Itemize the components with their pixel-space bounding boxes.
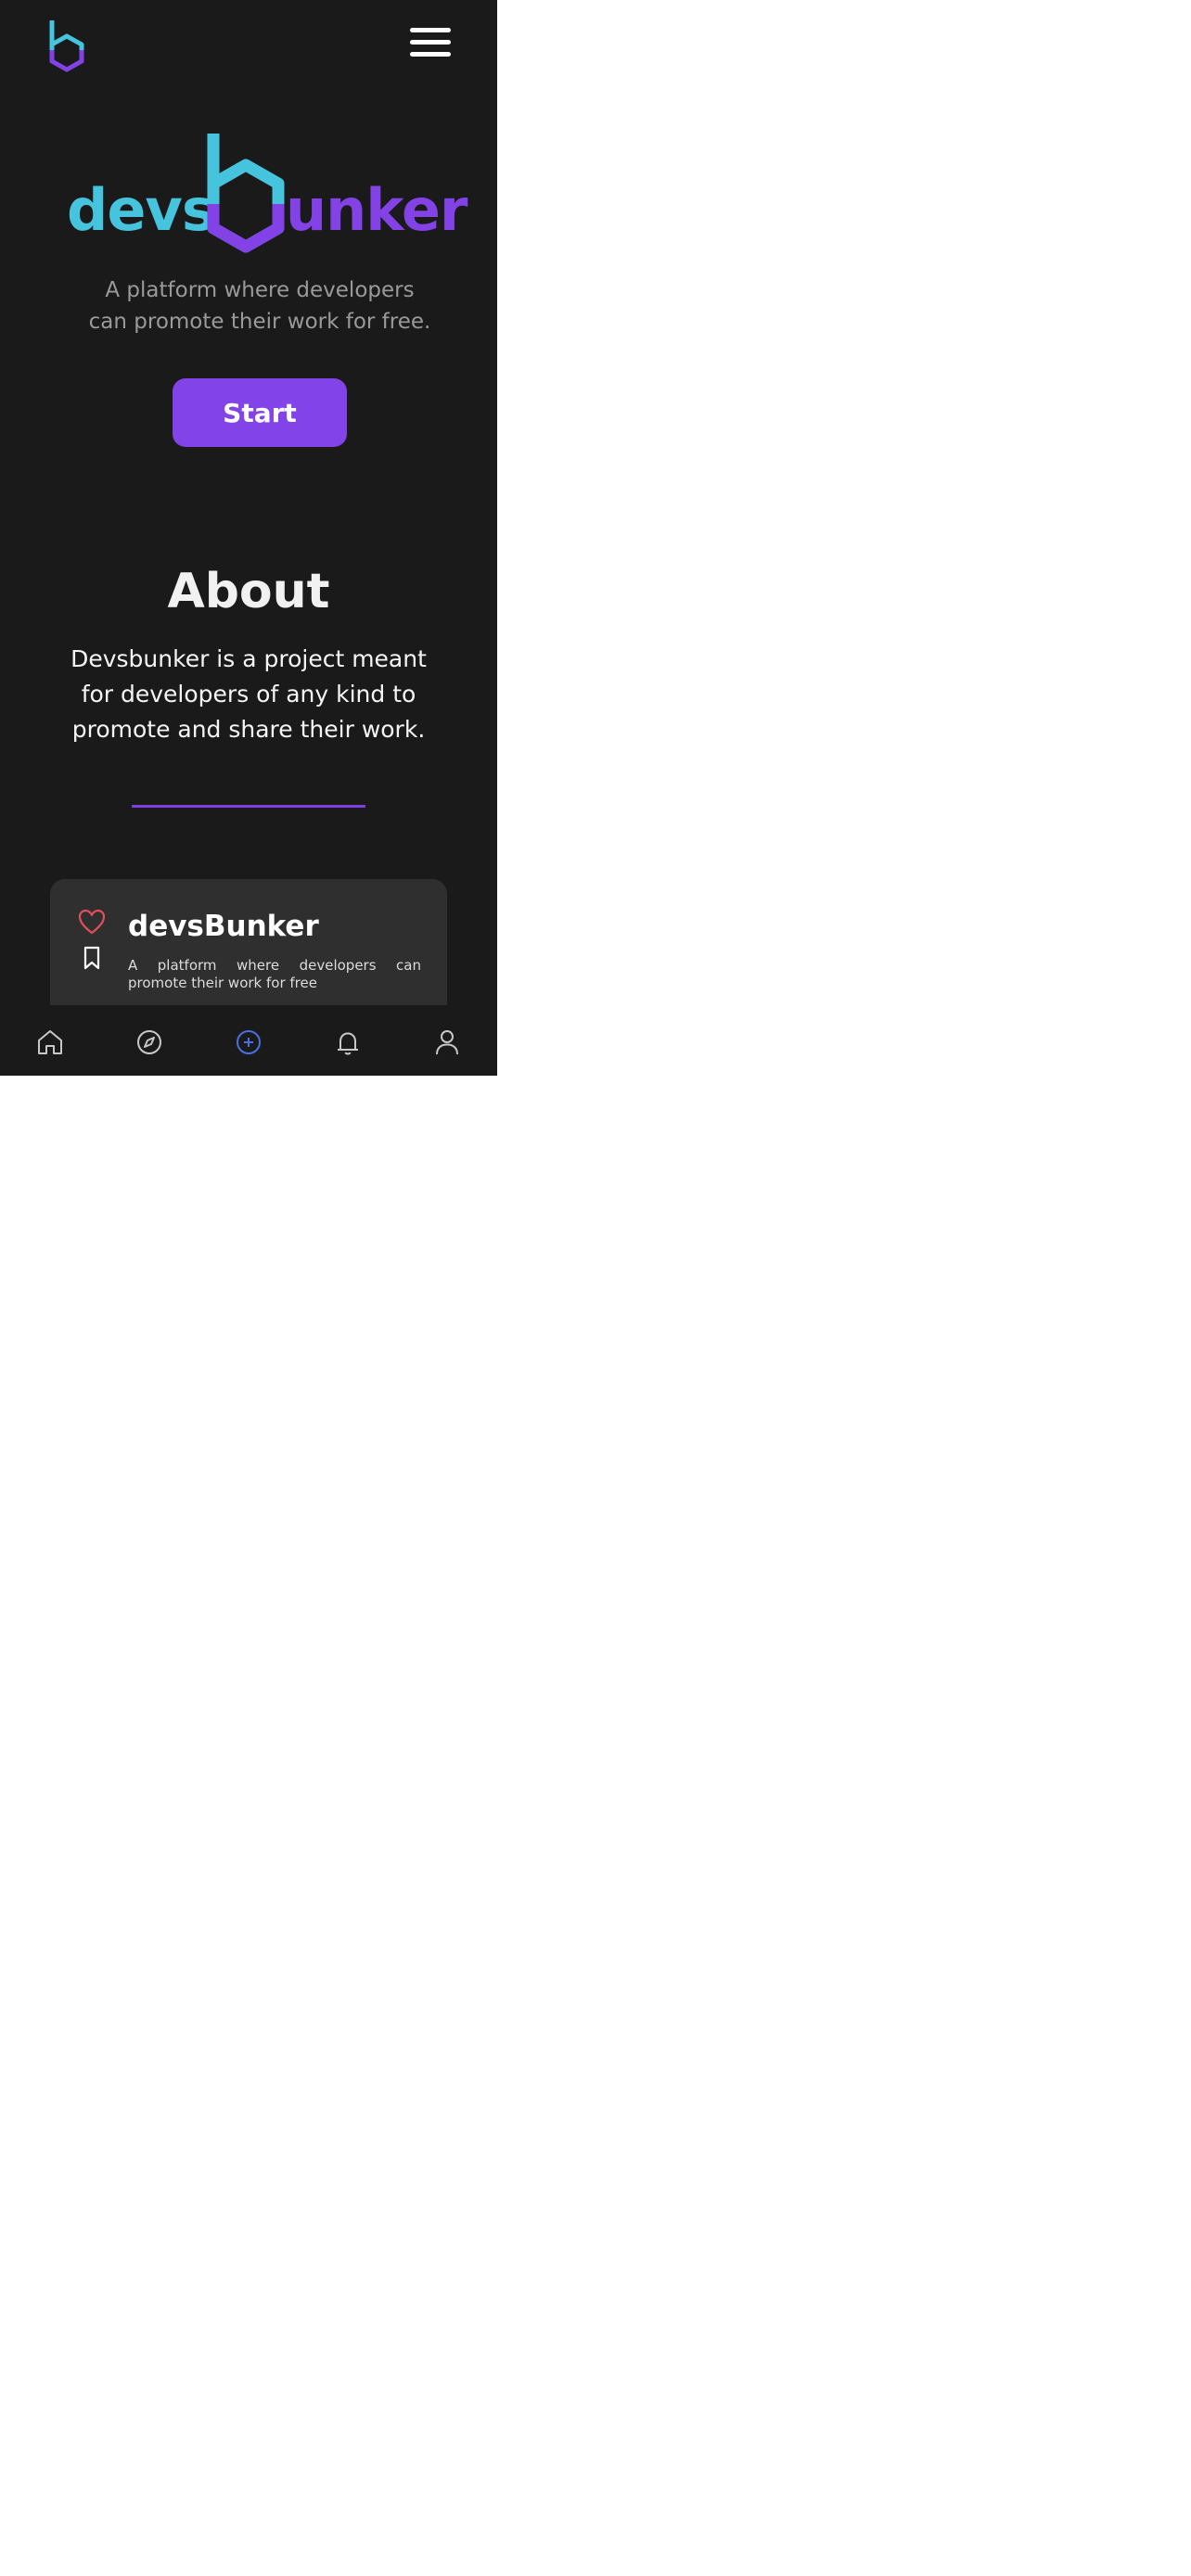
section-divider	[132, 805, 365, 808]
add-icon[interactable]	[230, 1024, 267, 1061]
hero-tagline: A platform where developers can promote …	[88, 278, 431, 334]
heart-icon[interactable]	[78, 909, 106, 935]
top-bar	[0, 0, 497, 93]
card-title: devsBunker	[128, 910, 319, 943]
devsbunker-logo-icon[interactable]	[48, 19, 85, 72]
brand-word-left: devs	[67, 176, 216, 244]
brand-hexagon-b-icon	[207, 134, 285, 253]
card-description: A platform where developers can promote …	[128, 957, 421, 991]
about-text: Devsbunker is a project meant for develo…	[70, 645, 427, 743]
compass-icon[interactable]	[131, 1024, 168, 1061]
home-icon[interactable]	[32, 1024, 69, 1061]
bookmark-icon[interactable]	[83, 946, 100, 970]
start-button[interactable]: Start	[173, 378, 347, 447]
bell-icon[interactable]	[329, 1024, 366, 1061]
user-icon[interactable]	[429, 1024, 466, 1061]
brand-word-right: unker	[286, 176, 467, 244]
about-title: About	[167, 564, 330, 619]
app-screen: devs unker A platform where developers c…	[0, 0, 497, 1076]
bottom-nav	[0, 1005, 497, 1076]
brand-logo: devs unker	[67, 128, 467, 258]
hamburger-menu-icon[interactable]	[410, 26, 451, 59]
